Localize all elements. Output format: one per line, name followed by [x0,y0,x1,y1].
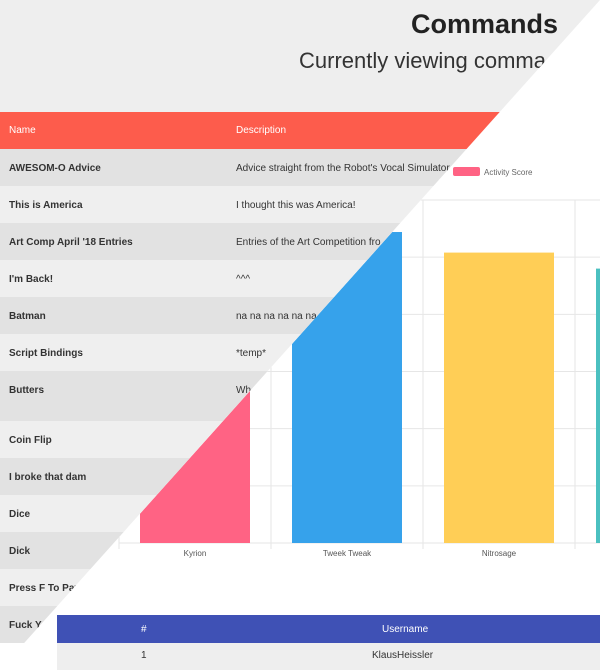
chart-x-ticks: Kyrion Tweek Tweak Nitrosage [184,549,517,558]
command-name: Dick [9,546,31,557]
x-tick-label: Tweek Tweak [323,549,372,558]
command-description: Entries of the Art Competition fro [236,237,381,248]
legend-label: Activity Score [484,168,533,177]
users-table-header: # Username [57,615,600,643]
command-name: I broke that dam [9,472,87,483]
page-header: Commands Currently viewing comma [0,0,600,112]
command-description: *temp* [236,348,267,359]
user-username: KlausHeissler [372,650,434,661]
command-name: Script Bindings [9,348,83,359]
command-description: ^^^ [236,274,251,285]
chart-legend[interactable]: Activity Score [453,167,533,177]
command-name: Butters [9,385,45,396]
command-name: Art Comp April '18 Entries [9,237,133,248]
x-tick-label: Nitrosage [482,549,517,558]
bar [596,268,600,543]
table-row[interactable]: 1 KlausHeissler [57,643,600,670]
user-rank: 1 [141,650,147,661]
command-description: I thought this was America! [236,200,356,211]
x-tick-label: Kyrion [184,549,207,558]
command-name: Dice [9,509,31,520]
command-name: Coin Flip [9,435,52,446]
page-title: Commands [410,9,558,39]
command-description: na na na na na na [236,311,317,322]
command-name: I'm Back! [9,274,54,285]
command-name: This is America [9,200,83,211]
column-rank: # [141,624,147,635]
command-name: AWESOM-O Advice [9,163,101,174]
command-name: Press F To Pay [9,583,80,594]
column-name: Name [9,125,36,136]
legend-swatch [453,167,480,176]
column-description: Description [236,125,287,136]
command-name: Batman [9,311,46,322]
bar [444,252,554,544]
command-description: Advice straight from the Robot's Vocal S… [236,163,450,174]
column-username: Username [382,624,429,635]
page-subtitle: Currently viewing comma [299,48,546,73]
